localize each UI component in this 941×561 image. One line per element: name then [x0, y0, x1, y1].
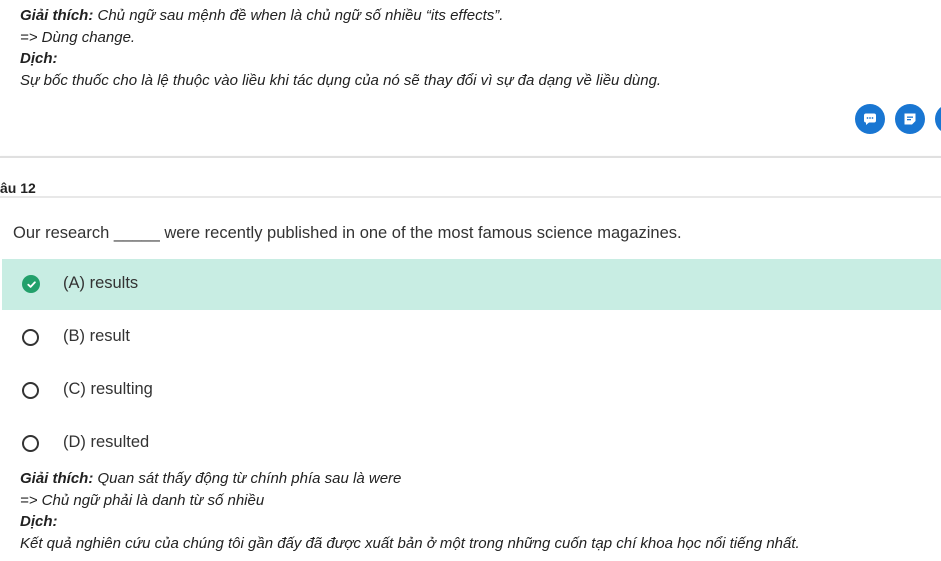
explanation-conclusion: => Chủ ngữ phải là danh từ số nhiều — [20, 491, 265, 509]
question-header: âu 12 — [0, 158, 941, 196]
translation-text: Sự bốc thuốc cho là lệ thuộc vào liều kh… — [20, 71, 662, 89]
option-b[interactable]: (B) result — [2, 312, 941, 363]
option-label: (C) resulting — [63, 380, 153, 398]
option-label: (D) resulted — [63, 433, 150, 451]
radio-icon — [22, 382, 39, 399]
translation-label: Dịch: — [20, 50, 58, 67]
explanation-line: Giải thích: Chủ ngữ sau mệnh đề when là … — [20, 5, 661, 27]
more-button[interactable] — [935, 104, 941, 134]
check-circle-icon — [22, 275, 40, 293]
radio-icon — [22, 329, 39, 346]
comment-button[interactable] — [855, 104, 885, 134]
comment-icon — [864, 113, 876, 125]
explanation-text: Quan sát thấy động từ chính phía sau là … — [93, 470, 402, 487]
translation-label: Dịch: — [20, 513, 58, 530]
radio-icon — [22, 435, 39, 452]
note-button[interactable] — [895, 104, 925, 134]
option-d[interactable]: (D) resulted — [2, 418, 941, 469]
explanation-line: Giải thích: Quan sát thấy động từ chính … — [20, 468, 800, 490]
translation-text: Kết quả nghiên cứu của chúng tôi gần đấy… — [20, 534, 800, 552]
explanation-conclusion: => Dùng change. — [20, 28, 136, 46]
answer-explanation: Giải thích: Quan sát thấy động từ chính … — [20, 468, 800, 554]
explanation-text: Chủ ngữ sau mệnh đề when là chủ ngữ số n… — [93, 7, 504, 24]
explanation-label: Giải thích: — [20, 470, 94, 487]
option-a[interactable]: (A) results — [2, 259, 941, 310]
question-text: Our research _____ were recently publish… — [13, 224, 682, 242]
header-border — [0, 196, 941, 198]
question-number: âu 12 — [0, 180, 36, 196]
note-icon — [904, 113, 916, 125]
previous-explanation: Giải thích: Chủ ngữ sau mệnh đề when là … — [20, 5, 661, 91]
option-label: (A) results — [63, 274, 139, 292]
option-c[interactable]: (C) resulting — [2, 365, 941, 416]
action-buttons — [855, 104, 941, 134]
explanation-label: Giải thích: — [20, 7, 94, 24]
option-label: (B) result — [63, 327, 130, 345]
